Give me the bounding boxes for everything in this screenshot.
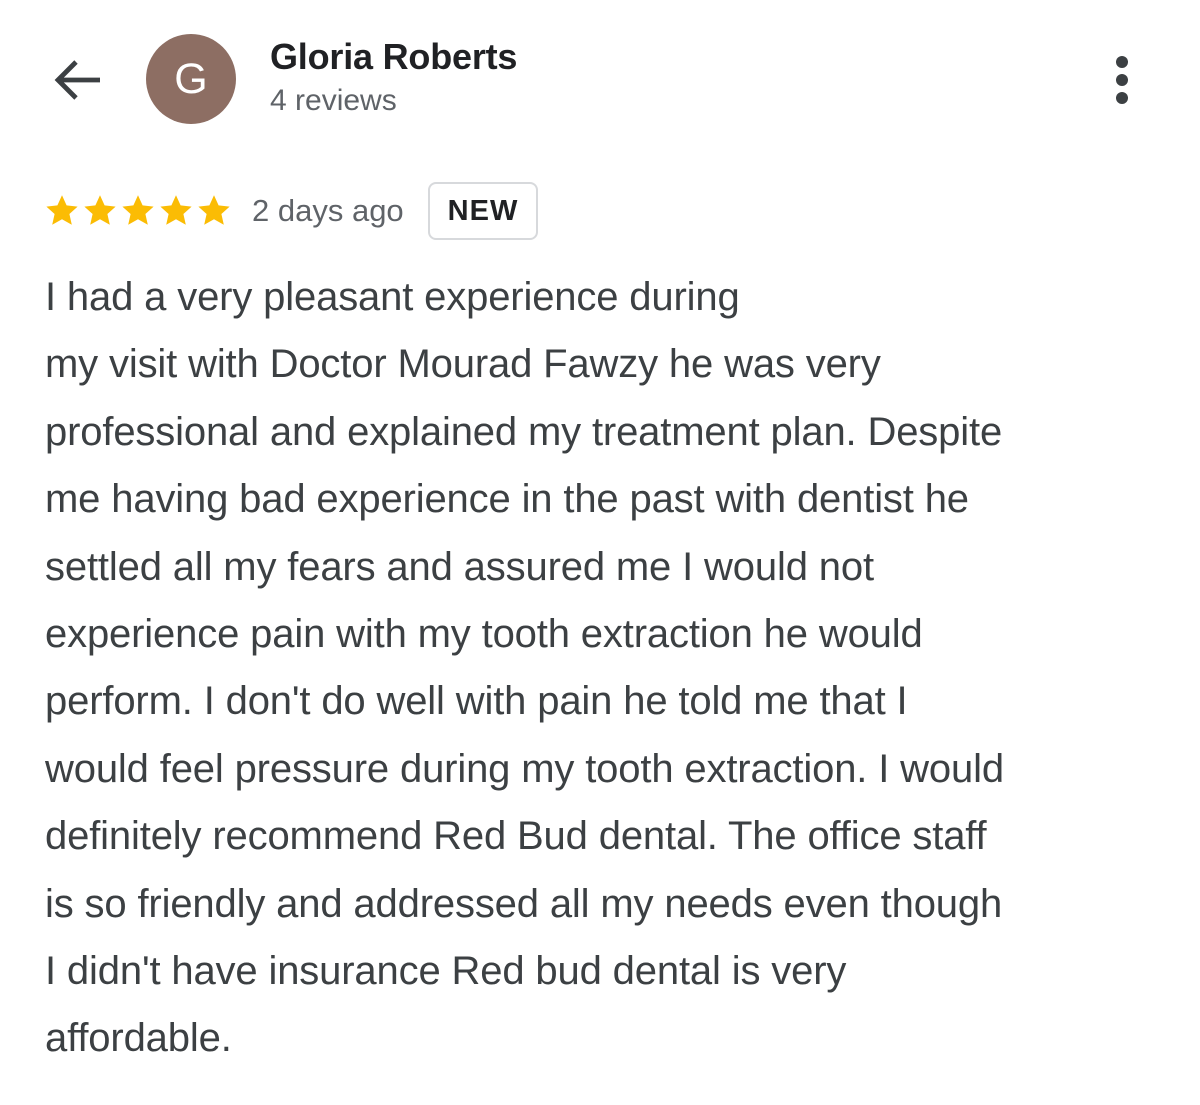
review-text-line: would feel pressure during my tooth extr… bbox=[45, 746, 1004, 791]
star-icon bbox=[160, 195, 192, 225]
avatar-initial: G bbox=[174, 54, 208, 103]
review-text-line: perform. I don't do well with pain he to… bbox=[45, 679, 908, 724]
star-rating bbox=[44, 193, 232, 229]
more-vertical-icon bbox=[1116, 56, 1128, 104]
review-date: 2 days ago bbox=[252, 193, 404, 228]
review-text-line: definitely recommend Red Bud dental. The… bbox=[45, 814, 987, 859]
rating-row: 2 days ago NEW bbox=[44, 180, 539, 242]
star-icon bbox=[122, 195, 154, 225]
more-options-button[interactable] bbox=[1100, 50, 1144, 110]
review-text-line: affordable. bbox=[45, 1016, 232, 1061]
review-text-line: I had a very pleasant experience during bbox=[45, 275, 740, 319]
review-text-line: professional and explained my treatment … bbox=[45, 409, 1003, 454]
review-text-line: settled all my fears and assured me I wo… bbox=[45, 544, 874, 589]
avatar[interactable]: G bbox=[146, 34, 236, 124]
review-text-line: me having bad experience in the past wit… bbox=[45, 477, 969, 522]
back-button[interactable] bbox=[52, 56, 104, 104]
star-icon bbox=[84, 195, 116, 225]
arrow-back-icon bbox=[54, 60, 100, 100]
review-text-line: is so friendly and addressed all my need… bbox=[45, 881, 1003, 926]
review-text-line: I didn't have insurance Red bud dental i… bbox=[45, 949, 847, 994]
review-text: I had a very pleasant experience during m… bbox=[45, 264, 1185, 1073]
new-badge: NEW bbox=[427, 182, 539, 240]
reviews-count: 4 reviews bbox=[270, 84, 397, 117]
star-icon bbox=[198, 195, 230, 225]
reviewer-name[interactable]: Gloria Roberts bbox=[270, 36, 517, 78]
review-text-line: experience pain with my tooth extraction… bbox=[45, 612, 923, 657]
review-text-line: my visit with Doctor Mourad Fawzy he was… bbox=[45, 342, 881, 387]
star-icon bbox=[46, 195, 78, 225]
